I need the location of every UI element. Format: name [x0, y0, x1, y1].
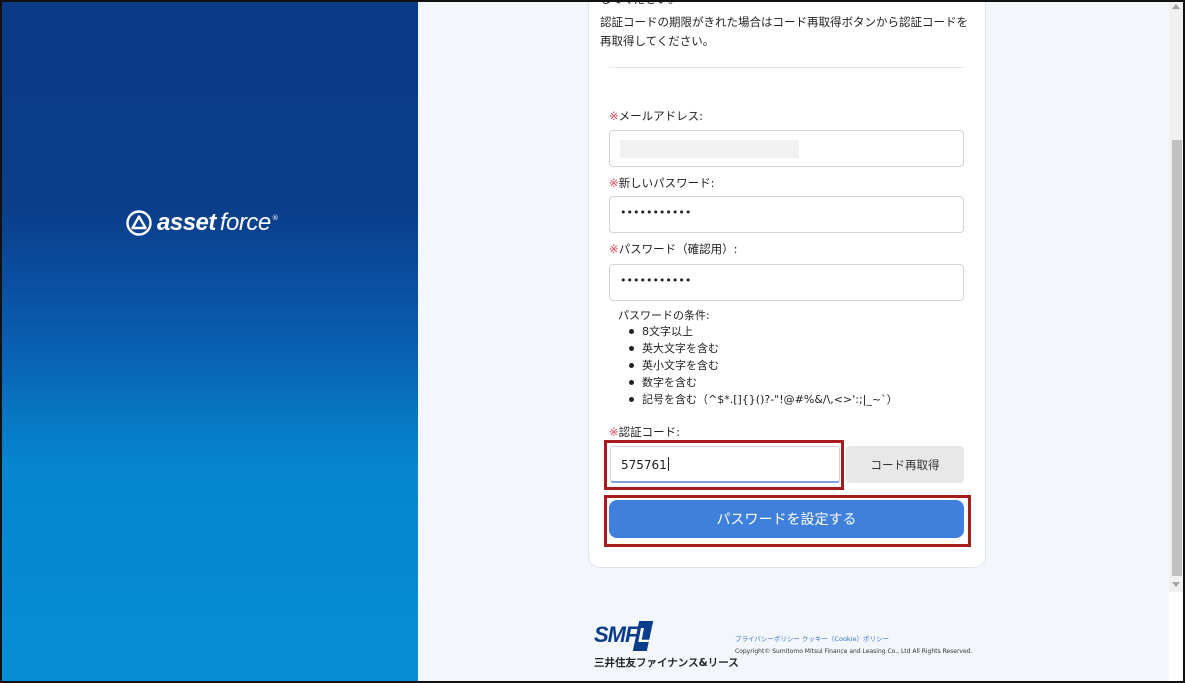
condition-item: 英小文字を含む	[629, 357, 898, 374]
submit-button-highlight	[604, 495, 971, 547]
asset-force-logo: asset force ®	[126, 208, 279, 238]
condition-item: 8文字以上	[629, 323, 898, 340]
instruction-line-1: 認証コードの期限がきれた場合はコード再取得ボタンから認証コードを	[600, 15, 968, 29]
verification-code-label: ※認証コード:	[609, 424, 680, 440]
password-conditions-title: パスワードの条件:	[618, 309, 710, 322]
verification-code-label-text: 認証コード:	[618, 425, 681, 439]
condition-item: 記号を含む（^$*.[]{}()?-"!@#%&/\,<>':;|_~`）	[629, 391, 898, 408]
scroll-up-arrow-icon[interactable]	[1172, 4, 1180, 9]
required-mark: ※	[609, 176, 619, 190]
new-password-label-text: 新しいパスワード:	[618, 176, 715, 190]
email-label: ※メールアドレス:	[609, 108, 703, 124]
password-conditions-list: 8文字以上 英大文字を含む 英小文字を含む 数字を含む 記号を含む（^$*.[]…	[629, 323, 898, 408]
required-mark: ※	[609, 109, 619, 123]
confirm-password-value: •••••••••••	[620, 274, 692, 287]
browser-frame: asset force ® してください。 認証コードの期限がきれた場合はコード…	[0, 0, 1185, 683]
condition-item: 数字を含む	[629, 374, 898, 391]
scroll-thumb[interactable]	[1172, 140, 1182, 576]
smfl-logo: SMF L 三井住友ファイナンス&リース	[594, 621, 739, 672]
new-password-label: ※新しいパスワード:	[609, 175, 715, 191]
new-password-value: •••••••••••	[620, 206, 692, 219]
footer-policy-links[interactable]: プライバシーポリシー クッキー（Cookie）ポリシー	[735, 633, 889, 643]
email-label-text: メールアドレス:	[618, 109, 704, 123]
brand-panel: asset force ®	[2, 2, 418, 681]
code-input-highlight	[604, 440, 844, 490]
logo-text-asset: asset	[157, 209, 216, 236]
confirm-password-label: ※パスワード（確認用）:	[609, 241, 738, 257]
divider	[609, 67, 964, 68]
asset-force-logo-icon	[126, 210, 152, 236]
email-field[interactable]	[609, 130, 964, 167]
smfl-logo-text: SMF	[594, 622, 638, 647]
confirm-password-field[interactable]: •••••••••••	[609, 264, 964, 301]
instruction-line-cut: してください。	[600, 2, 680, 8]
registered-mark: ®	[271, 214, 279, 222]
company-name: 三井住友ファイナンス&リース	[594, 657, 739, 669]
required-mark: ※	[609, 242, 619, 256]
required-mark: ※	[609, 425, 619, 439]
footer-copyright: Copyright© Sumitomo Mitsui Finance and L…	[735, 648, 973, 655]
confirm-password-label-text: パスワード（確認用）:	[618, 242, 738, 256]
smfl-logo-letter: L	[638, 625, 651, 647]
page-scrollbar[interactable]	[1169, 2, 1183, 592]
instruction-line-2: 再取得してください。	[600, 34, 715, 48]
resend-code-button[interactable]: コード再取得	[846, 446, 964, 483]
scroll-down-arrow-icon[interactable]	[1172, 582, 1180, 587]
condition-item: 英大文字を含む	[629, 340, 898, 357]
new-password-field[interactable]: •••••••••••	[609, 196, 964, 233]
email-value-masked	[620, 140, 799, 158]
logo-text-force: force	[219, 209, 271, 236]
